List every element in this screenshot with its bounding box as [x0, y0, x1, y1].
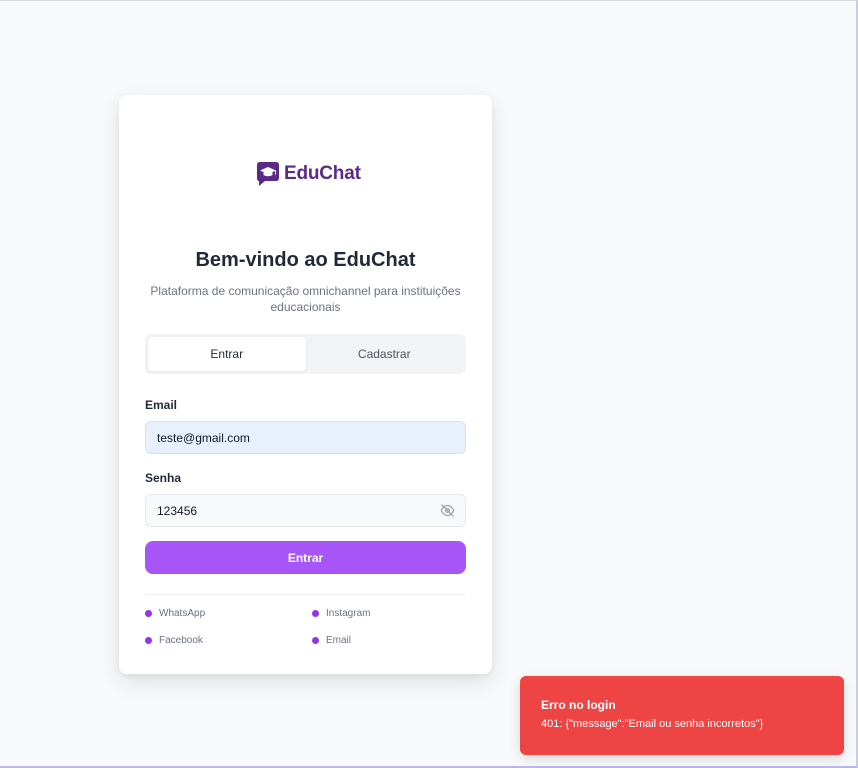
channel-whatsapp: WhatsApp [145, 608, 205, 619]
page-title: Bem-vindo ao EduChat [195, 249, 416, 271]
password-label: Senha [145, 471, 182, 485]
channel-label: WhatsApp [159, 608, 206, 619]
toast-title: Erro no login [541, 698, 616, 712]
email-value: teste@gmail.com [157, 430, 250, 445]
channel-dot [145, 637, 152, 644]
password-value: 123456 [157, 503, 198, 518]
password-field[interactable]: 123456 [145, 494, 466, 527]
channel-label: Instagram [326, 608, 371, 619]
email-label: Email [145, 398, 178, 412]
tab-register[interactable]: Cadastrar [306, 337, 464, 371]
channel-label: Email [326, 635, 352, 646]
auth-tabs: Entrar Cadastrar [145, 334, 466, 374]
email-field[interactable]: teste@gmail.com [145, 421, 466, 454]
eye-off-icon[interactable] [440, 503, 455, 518]
brand-logo: EduChat [256, 161, 361, 187]
divider [145, 594, 466, 595]
toast-message: 401: {"message":"Email ou senha incorret… [541, 718, 764, 730]
channel-facebook: Facebook [145, 635, 203, 646]
channel-dot [312, 610, 319, 617]
tab-login[interactable]: Entrar [148, 337, 306, 371]
brand-name: EduChat [284, 163, 361, 184]
error-toast[interactable]: Erro no login 401: {"message":"Email ou … [520, 676, 844, 755]
channel-label: Facebook [159, 635, 203, 646]
page-subtitle: Plataforma de comunicação omnichannel pa… [150, 284, 461, 314]
channel-instagram: Instagram [312, 608, 370, 619]
channel-email: Email [312, 635, 351, 646]
login-button[interactable]: Entrar [145, 541, 466, 574]
channel-dot [145, 610, 152, 617]
graduation-chat-icon [257, 162, 279, 186]
channel-dot [312, 637, 319, 644]
login-card: EduChat Bem-vindo ao EduChat Plataforma … [119, 95, 492, 674]
